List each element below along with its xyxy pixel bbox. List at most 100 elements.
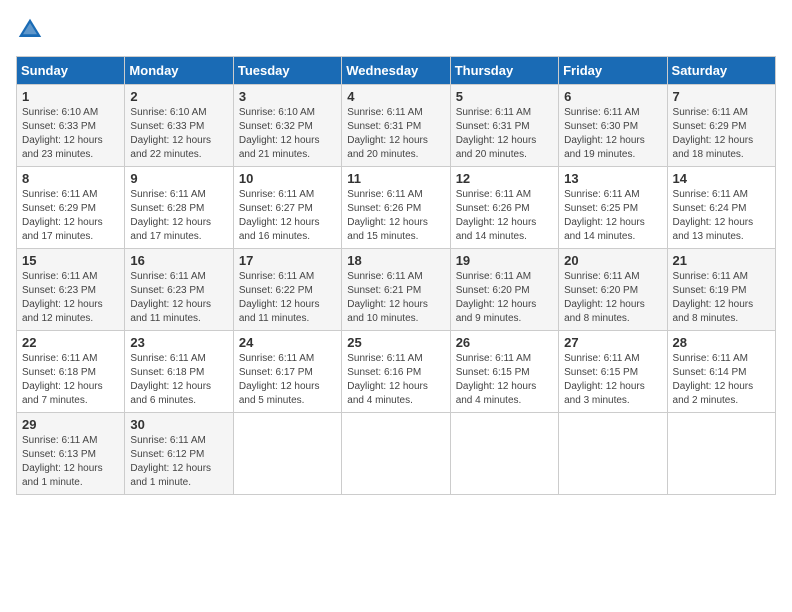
header-sunday: Sunday — [17, 57, 125, 85]
calendar-cell: 12 Sunrise: 6:11 AMSunset: 6:26 PMDayligh… — [450, 167, 558, 249]
calendar-cell: 30 Sunrise: 6:11 AMSunset: 6:12 PMDayligh… — [125, 413, 233, 495]
day-number: 13 — [564, 171, 661, 186]
cell-info: Sunrise: 6:11 AMSunset: 6:27 PMDaylight:… — [239, 189, 320, 242]
day-number: 4 — [347, 89, 444, 104]
day-number: 11 — [347, 171, 444, 186]
calendar-cell: 26 Sunrise: 6:11 AMSunset: 6:15 PMDayligh… — [450, 331, 558, 413]
cell-info: Sunrise: 6:10 AMSunset: 6:33 PMDaylight:… — [130, 107, 211, 160]
cell-info: Sunrise: 6:11 AMSunset: 6:14 PMDaylight:… — [673, 353, 754, 406]
calendar-cell: 13 Sunrise: 6:11 AMSunset: 6:25 PMDayligh… — [559, 167, 667, 249]
cell-info: Sunrise: 6:11 AMSunset: 6:29 PMDaylight:… — [22, 189, 103, 242]
calendar-cell: 21Sunrise: 6:11 AMSunset: 6:19 PMDayligh… — [667, 249, 775, 331]
day-number: 1 — [22, 89, 119, 104]
day-number: 16 — [130, 253, 227, 268]
day-number: 3 — [239, 89, 336, 104]
calendar-table: SundayMondayTuesdayWednesdayThursdayFrid… — [16, 56, 776, 495]
header-saturday: Saturday — [667, 57, 775, 85]
calendar-cell: 25 Sunrise: 6:11 AMSunset: 6:16 PMDayligh… — [342, 331, 450, 413]
day-number: 6 — [564, 89, 661, 104]
logo — [16, 16, 46, 44]
day-number: 24 — [239, 335, 336, 350]
cell-info: Sunrise: 6:11 AMSunset: 6:20 PMDaylight:… — [564, 271, 645, 324]
cell-info: Sunrise: 6:11 AMSunset: 6:20 PMDaylight:… — [456, 271, 537, 324]
calendar-cell: 2 Sunrise: 6:10 AMSunset: 6:33 PMDaylight… — [125, 85, 233, 167]
day-number: 2 — [130, 89, 227, 104]
calendar-cell: 19 Sunrise: 6:11 AMSunset: 6:20 PMDayligh… — [450, 249, 558, 331]
day-number: 30 — [130, 417, 227, 432]
calendar-cell: 27 Sunrise: 6:11 AMSunset: 6:15 PMDayligh… — [559, 331, 667, 413]
calendar-cell: 22Sunrise: 6:11 AMSunset: 6:18 PMDayligh… — [17, 331, 125, 413]
cell-info: Sunrise: 6:11 AMSunset: 6:23 PMDaylight:… — [22, 271, 103, 324]
logo-icon — [16, 16, 44, 44]
cell-info: Sunrise: 6:11 AMSunset: 6:24 PMDaylight:… — [673, 189, 754, 242]
cell-info: Sunrise: 6:11 AMSunset: 6:18 PMDaylight:… — [130, 353, 211, 406]
day-number: 8 — [22, 171, 119, 186]
header-thursday: Thursday — [450, 57, 558, 85]
cell-info: Sunrise: 6:11 AMSunset: 6:15 PMDaylight:… — [456, 353, 537, 406]
cell-info: Sunrise: 6:11 AMSunset: 6:26 PMDaylight:… — [347, 189, 428, 242]
header-monday: Monday — [125, 57, 233, 85]
day-number: 18 — [347, 253, 444, 268]
calendar-cell: 6 Sunrise: 6:11 AMSunset: 6:30 PMDaylight… — [559, 85, 667, 167]
day-number: 9 — [130, 171, 227, 186]
page-header — [16, 16, 776, 44]
cell-info: Sunrise: 6:11 AMSunset: 6:23 PMDaylight:… — [130, 271, 211, 324]
cell-info: Sunrise: 6:11 AMSunset: 6:18 PMDaylight:… — [22, 353, 103, 406]
cell-info: Sunrise: 6:11 AMSunset: 6:16 PMDaylight:… — [347, 353, 428, 406]
week-row-2: 8 Sunrise: 6:11 AMSunset: 6:29 PMDaylight… — [17, 167, 776, 249]
cell-info: Sunrise: 6:11 AMSunset: 6:31 PMDaylight:… — [347, 107, 428, 160]
cell-info: Sunrise: 6:11 AMSunset: 6:25 PMDaylight:… — [564, 189, 645, 242]
day-number: 10 — [239, 171, 336, 186]
calendar-cell — [342, 413, 450, 495]
day-number: 17 — [239, 253, 336, 268]
day-number: 7 — [673, 89, 770, 104]
day-number: 20 — [564, 253, 661, 268]
cell-info: Sunrise: 6:11 AMSunset: 6:17 PMDaylight:… — [239, 353, 320, 406]
day-number: 15 — [22, 253, 119, 268]
day-number: 5 — [456, 89, 553, 104]
calendar-cell: 5 Sunrise: 6:11 AMSunset: 6:31 PMDaylight… — [450, 85, 558, 167]
calendar-cell — [233, 413, 341, 495]
cell-info: Sunrise: 6:11 AMSunset: 6:15 PMDaylight:… — [564, 353, 645, 406]
day-number: 26 — [456, 335, 553, 350]
cell-info: Sunrise: 6:10 AMSunset: 6:33 PMDaylight:… — [22, 107, 103, 160]
header-tuesday: Tuesday — [233, 57, 341, 85]
calendar-cell: 11 Sunrise: 6:11 AMSunset: 6:26 PMDayligh… — [342, 167, 450, 249]
day-number: 23 — [130, 335, 227, 350]
cell-info: Sunrise: 6:11 AMSunset: 6:12 PMDaylight:… — [130, 435, 211, 488]
cell-info: Sunrise: 6:11 AMSunset: 6:22 PMDaylight:… — [239, 271, 320, 324]
week-row-4: 22Sunrise: 6:11 AMSunset: 6:18 PMDayligh… — [17, 331, 776, 413]
week-row-3: 15 Sunrise: 6:11 AMSunset: 6:23 PMDayligh… — [17, 249, 776, 331]
header-friday: Friday — [559, 57, 667, 85]
cell-info: Sunrise: 6:11 AMSunset: 6:13 PMDaylight:… — [22, 435, 103, 488]
calendar-cell: 18Sunrise: 6:11 AMSunset: 6:21 PMDayligh… — [342, 249, 450, 331]
cell-info: Sunrise: 6:11 AMSunset: 6:28 PMDaylight:… — [130, 189, 211, 242]
cell-info: Sunrise: 6:11 AMSunset: 6:30 PMDaylight:… — [564, 107, 645, 160]
cell-info: Sunrise: 6:11 AMSunset: 6:19 PMDaylight:… — [673, 271, 754, 324]
day-number: 27 — [564, 335, 661, 350]
calendar-cell: 9 Sunrise: 6:11 AMSunset: 6:28 PMDaylight… — [125, 167, 233, 249]
day-number: 29 — [22, 417, 119, 432]
calendar-cell: 3Sunrise: 6:10 AMSunset: 6:32 PMDaylight… — [233, 85, 341, 167]
cell-info: Sunrise: 6:11 AMSunset: 6:29 PMDaylight:… — [673, 107, 754, 160]
week-row-1: 1 Sunrise: 6:10 AMSunset: 6:33 PMDaylight… — [17, 85, 776, 167]
calendar-cell: 7 Sunrise: 6:11 AMSunset: 6:29 PMDaylight… — [667, 85, 775, 167]
day-number: 25 — [347, 335, 444, 350]
calendar-cell: 23 Sunrise: 6:11 AMSunset: 6:18 PMDayligh… — [125, 331, 233, 413]
day-number: 19 — [456, 253, 553, 268]
calendar-cell: 14 Sunrise: 6:11 AMSunset: 6:24 PMDayligh… — [667, 167, 775, 249]
day-number: 12 — [456, 171, 553, 186]
cell-info: Sunrise: 6:11 AMSunset: 6:31 PMDaylight:… — [456, 107, 537, 160]
calendar-cell: 29 Sunrise: 6:11 AMSunset: 6:13 PMDayligh… — [17, 413, 125, 495]
cell-info: Sunrise: 6:11 AMSunset: 6:26 PMDaylight:… — [456, 189, 537, 242]
calendar-cell: 15 Sunrise: 6:11 AMSunset: 6:23 PMDayligh… — [17, 249, 125, 331]
calendar-cell: 10 Sunrise: 6:11 AMSunset: 6:27 PMDayligh… — [233, 167, 341, 249]
calendar-cell: 24 Sunrise: 6:11 AMSunset: 6:17 PMDayligh… — [233, 331, 341, 413]
calendar-cell — [559, 413, 667, 495]
calendar-cell: 28Sunrise: 6:11 AMSunset: 6:14 PMDayligh… — [667, 331, 775, 413]
day-number: 14 — [673, 171, 770, 186]
header-wednesday: Wednesday — [342, 57, 450, 85]
calendar-cell: 1 Sunrise: 6:10 AMSunset: 6:33 PMDaylight… — [17, 85, 125, 167]
calendar-cell: 20 Sunrise: 6:11 AMSunset: 6:20 PMDayligh… — [559, 249, 667, 331]
calendar-cell: 8 Sunrise: 6:11 AMSunset: 6:29 PMDaylight… — [17, 167, 125, 249]
